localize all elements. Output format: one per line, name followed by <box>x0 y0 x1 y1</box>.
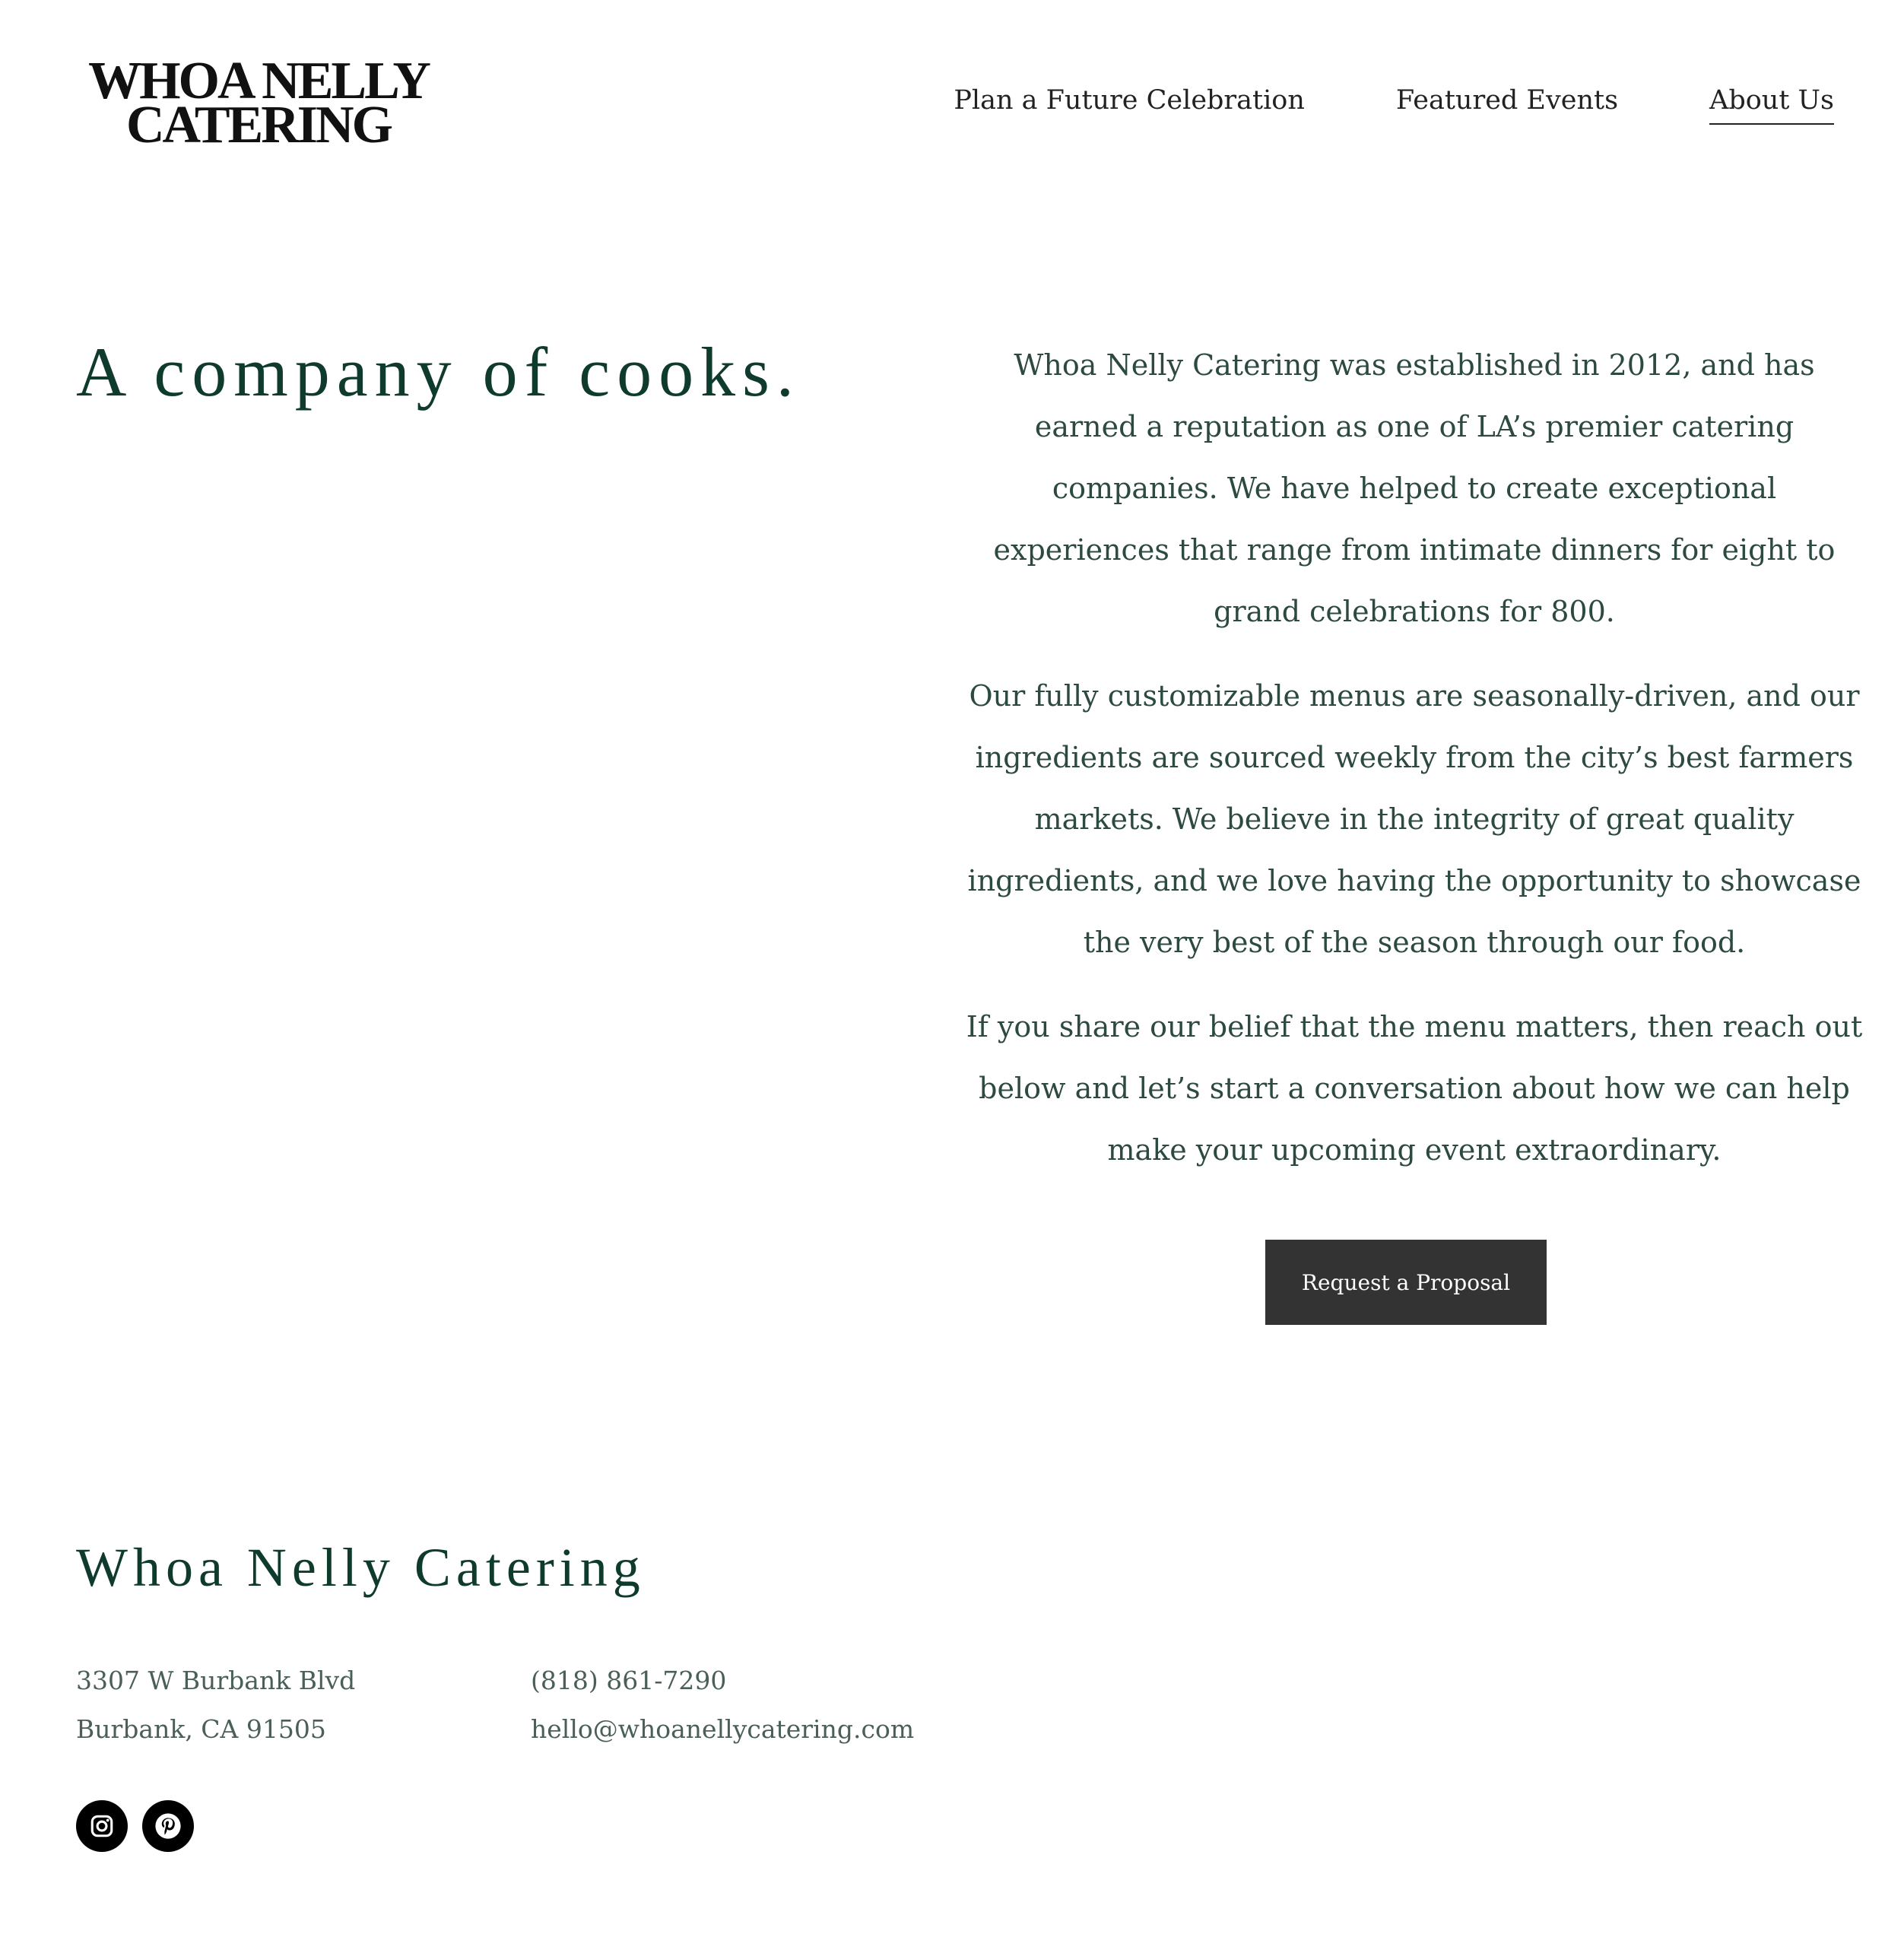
intro-paragraph-3: If you share our belief that the menu ma… <box>966 1010 1863 1167</box>
intro-text: Whoa Nelly Catering was established in 2… <box>966 335 1863 1204</box>
footer-brand-name: Whoa Nelly Catering <box>76 1537 646 1598</box>
pinterest-link[interactable] <box>142 1800 194 1852</box>
pinterest-icon <box>155 1813 181 1839</box>
nav-about-us[interactable]: About Us <box>1709 85 1834 125</box>
intro-paragraph-1: Whoa Nelly Catering was established in 2… <box>993 348 1836 628</box>
intro-paragraph-2: Our fully customizable menus are seasona… <box>967 679 1861 959</box>
nav-plan-future-celebration[interactable]: Plan a Future Celebration <box>954 85 1305 123</box>
main-nav: Plan a Future Celebration Featured Event… <box>954 85 1834 125</box>
site-logo[interactable]: WHOA NELLY CATERING <box>76 55 441 154</box>
phone-link[interactable]: (818) 861-7290 <box>531 1666 726 1695</box>
address-line-2: Burbank, CA 91505 <box>76 1714 326 1744</box>
site-header: WHOA NELLY CATERING Plan a Future Celebr… <box>0 0 1904 190</box>
instagram-icon <box>90 1815 113 1837</box>
address-line-1: 3307 W Burbank Blvd <box>76 1666 356 1695</box>
social-links <box>76 1800 194 1852</box>
footer-contact: (818) 861-7290 hello@whoanellycatering.c… <box>531 1656 914 1754</box>
logo-line-2: CATERING <box>125 96 393 154</box>
instagram-link[interactable] <box>76 1800 128 1852</box>
request-proposal-button[interactable]: Request a Proposal <box>1265 1240 1547 1325</box>
nav-featured-events[interactable]: Featured Events <box>1396 85 1618 123</box>
footer-address: 3307 W Burbank Blvd Burbank, CA 91505 <box>76 1656 355 1754</box>
page-headline: A company of cooks. <box>76 333 801 411</box>
email-link[interactable]: hello@whoanellycatering.com <box>531 1714 914 1744</box>
